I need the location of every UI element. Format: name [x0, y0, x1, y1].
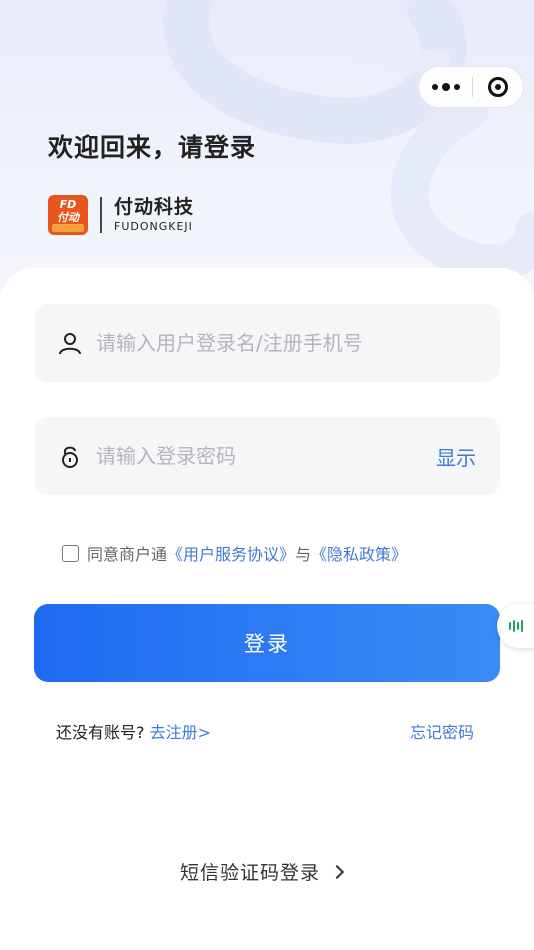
sms-login-link[interactable]: 短信验证码登录	[180, 858, 345, 885]
agree-prefix: 同意商户通	[87, 545, 168, 564]
brand-name: 付动科技	[114, 196, 195, 218]
agree-and: 与	[295, 545, 312, 564]
page-title: 欢迎回来，请登录	[48, 133, 257, 162]
agree-checkbox[interactable]	[62, 544, 79, 562]
mini-program-capsule	[418, 66, 524, 108]
close-button[interactable]	[473, 67, 523, 107]
login-button[interactable]: 登录	[34, 604, 500, 682]
ellipsis-icon	[441, 83, 450, 91]
ellipsis-icon	[453, 84, 460, 90]
brand: FD 付动 付动科技 FUDONGKEJI	[48, 194, 194, 236]
agreement-row: 同意商户通 《用户服务协议》 与 《隐私政策》	[62, 541, 407, 565]
target-icon	[488, 77, 508, 97]
forgot-password-link[interactable]: 忘记密码	[410, 719, 474, 743]
username-input[interactable]	[96, 323, 500, 363]
brand-divider	[100, 197, 102, 233]
fudong-logo: FD 付动	[48, 195, 88, 235]
ellipsis-icon	[431, 84, 438, 90]
chevron-right-icon	[329, 864, 345, 879]
sound-wave-icon	[509, 620, 525, 632]
password-input[interactable]	[96, 436, 436, 476]
username-field	[34, 304, 500, 382]
voice-float-button[interactable]	[497, 604, 534, 648]
sms-login-label: 短信验证码登录	[180, 862, 321, 884]
privacy-policy-link[interactable]: 《隐私政策》	[311, 541, 407, 565]
password-field: 显示	[34, 417, 500, 495]
user-agreement-link[interactable]: 《用户服务协议》	[167, 541, 295, 565]
no-account-text: 还没有账号?	[56, 723, 145, 742]
brand-en: FUDONGKEJI	[114, 220, 193, 233]
user-icon	[58, 331, 82, 355]
register-link[interactable]: 去注册>	[150, 723, 211, 742]
lock-icon	[58, 444, 82, 468]
register-row: 还没有账号? 去注册>	[56, 719, 211, 743]
more-button[interactable]	[419, 67, 472, 107]
show-password-button[interactable]: 显示	[436, 442, 476, 471]
